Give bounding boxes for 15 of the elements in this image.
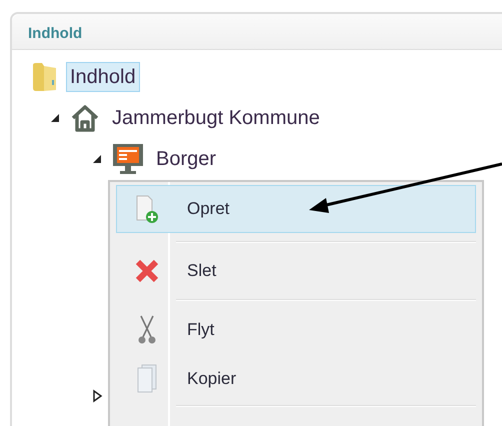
tree-item[interactable]: Borger bbox=[152, 144, 220, 174]
monitor-icon bbox=[112, 142, 144, 174]
menu-item[interactable]: Opret bbox=[116, 185, 476, 233]
house-icon bbox=[70, 104, 100, 132]
panel-title: Indhold bbox=[28, 25, 82, 42]
menu-item[interactable]: Kopier bbox=[116, 361, 476, 397]
tree-item[interactable]: Jammerbugt Kommune bbox=[108, 102, 324, 132]
menu-item[interactable]: Flyt bbox=[116, 309, 476, 351]
tree-item[interactable]: Indhold bbox=[66, 62, 140, 92]
scissors-icon bbox=[137, 315, 157, 345]
folder-icon bbox=[32, 62, 58, 92]
menu-item[interactable]: Slet bbox=[116, 251, 476, 291]
add-page-icon bbox=[134, 194, 160, 224]
delete-icon bbox=[135, 259, 159, 283]
copy-icon bbox=[136, 364, 158, 394]
